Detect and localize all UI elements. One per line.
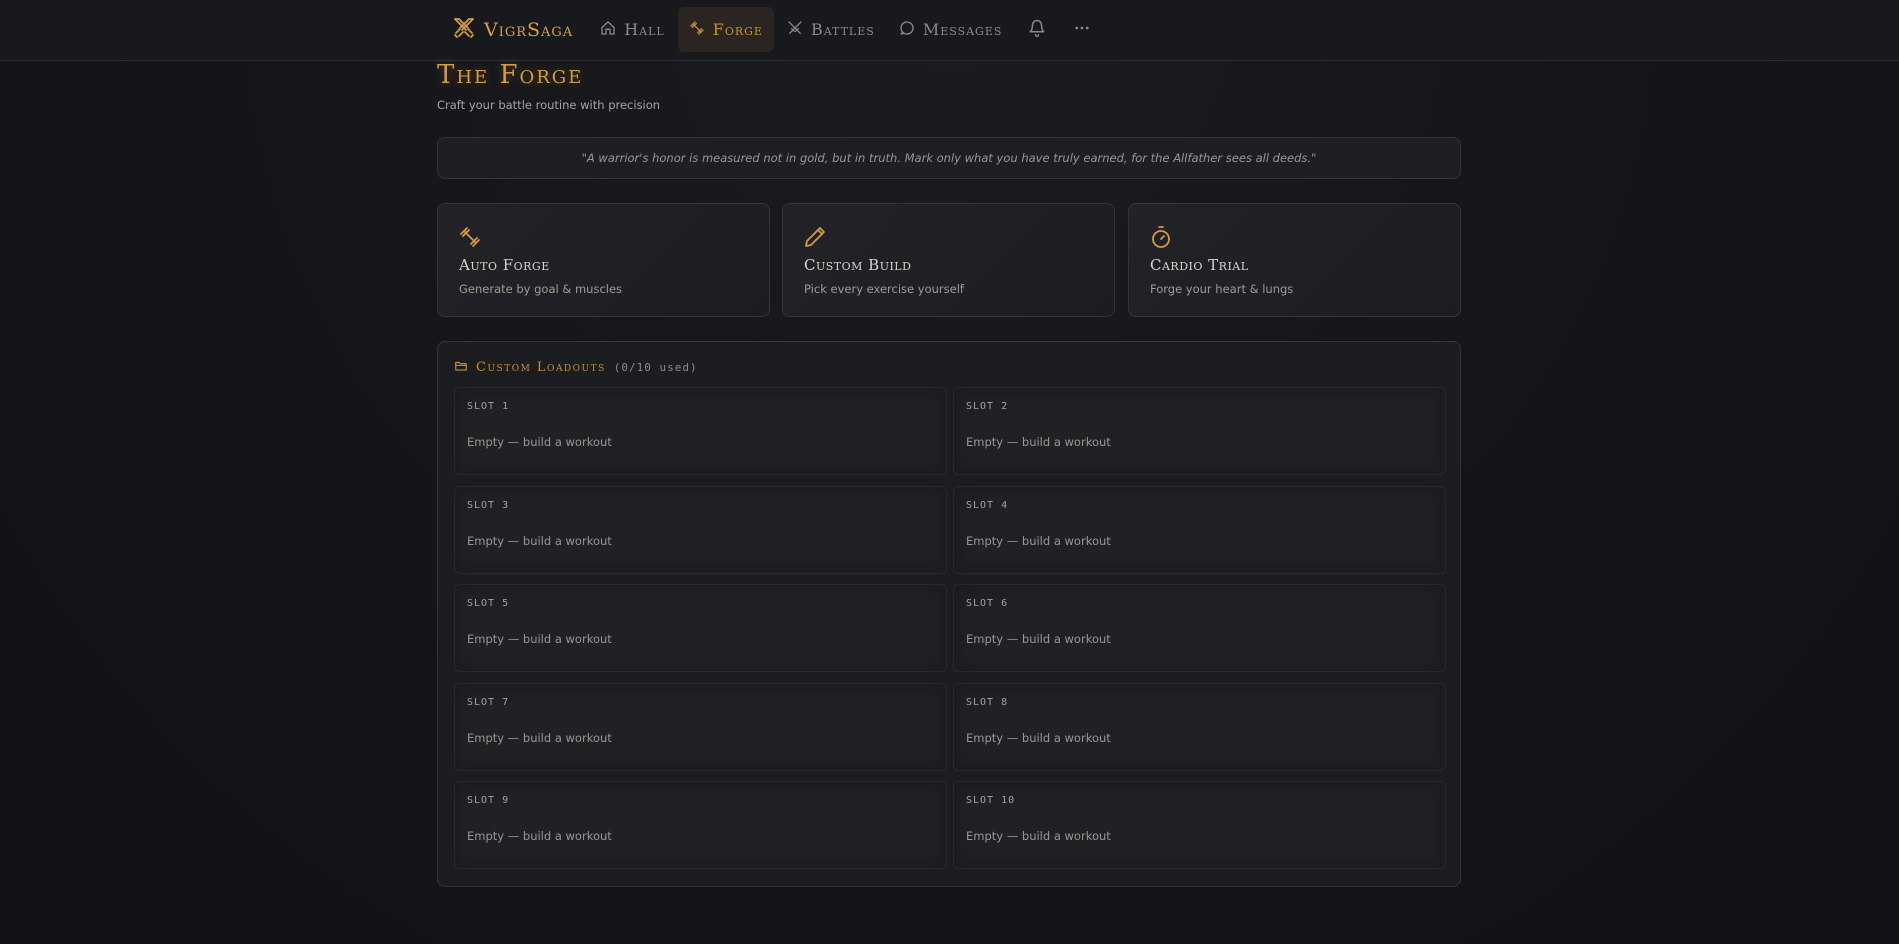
nav-item-messages[interactable]: Messages (888, 7, 1014, 52)
loadout-slot-8[interactable]: SLOT 8 Empty — build a workout (953, 683, 1446, 771)
slot-status: Empty — build a workout (966, 731, 1111, 745)
loadouts-title: Custom Loadouts (476, 360, 606, 375)
slot-status: Empty — build a workout (966, 435, 1111, 449)
chat-bubble-icon (899, 20, 923, 40)
slot-status: Empty — build a workout (467, 632, 612, 646)
slot-label: SLOT 5 (467, 598, 510, 609)
loadout-slot-6[interactable]: SLOT 6 Empty — build a workout (953, 584, 1446, 672)
slot-label: SLOT 8 (966, 697, 1009, 708)
quote-text: "A warrior's honor is measured not in go… (581, 151, 1317, 165)
notifications-button[interactable] (1015, 7, 1058, 52)
mode-title: Cardio Trial (1150, 256, 1249, 274)
mode-description: Generate by goal & muscles (459, 282, 623, 296)
loadout-slot-4[interactable]: SLOT 4 Empty — build a workout (953, 486, 1446, 574)
more-menu-button[interactable] (1060, 7, 1103, 52)
crossed-swords-icon (452, 16, 476, 44)
loadout-slot-1[interactable]: SLOT 1 Empty — build a workout (454, 387, 947, 475)
quote-banner: "A warrior's honor is measured not in go… (437, 137, 1461, 179)
more-icon (1073, 19, 1091, 41)
loadouts-header: Custom Loadouts (0/10 used) (454, 358, 698, 377)
cardio-trial-card[interactable]: Cardio Trial Forge your heart & lungs (1128, 203, 1461, 317)
nav-item-forge[interactable]: Forge (677, 7, 774, 52)
brand-name: VigrSaga (484, 18, 574, 41)
slot-status: Empty — build a workout (966, 829, 1111, 843)
custom-build-card[interactable]: Custom Build Pick every exercise yoursel… (782, 203, 1115, 317)
slot-label: SLOT 10 (966, 795, 1016, 806)
nav-item-label: Hall (624, 20, 665, 39)
nav-item-label: Battles (810, 20, 875, 39)
mode-description: Pick every exercise yourself (804, 282, 964, 296)
nav-inner: VigrSaga Hall Forge Battles Messages (452, 7, 1105, 52)
loadouts-count: (0/10 used) (613, 361, 698, 374)
slot-status: Empty — build a workout (966, 632, 1111, 646)
nav-item-hall[interactable]: Hall (589, 7, 676, 52)
slot-label: SLOT 3 (467, 500, 510, 511)
loadout-slot-3[interactable]: SLOT 3 Empty — build a workout (454, 486, 947, 574)
home-icon (600, 20, 624, 40)
loadout-slot-7[interactable]: SLOT 7 Empty — build a workout (454, 683, 947, 771)
bell-icon (1028, 19, 1046, 41)
loadout-slot-2[interactable]: SLOT 2 Empty — build a workout (953, 387, 1446, 475)
slot-label: SLOT 4 (966, 500, 1009, 511)
slot-status: Empty — build a workout (467, 731, 612, 745)
slot-status: Empty — build a workout (467, 534, 612, 548)
slot-label: SLOT 2 (966, 401, 1009, 412)
loadout-slot-9[interactable]: SLOT 9 Empty — build a workout (454, 781, 947, 869)
mode-description: Forge your heart & lungs (1150, 282, 1294, 296)
slot-label: SLOT 7 (467, 697, 510, 708)
slot-label: SLOT 1 (467, 401, 510, 412)
nav-item-label: Messages (922, 20, 1003, 39)
dumbbell-icon (689, 20, 713, 40)
slot-status: Empty — build a workout (467, 435, 612, 449)
folder-icon (454, 358, 476, 377)
page-title: The Forge (437, 60, 584, 90)
slot-status: Empty — build a workout (966, 534, 1111, 548)
slot-label: SLOT 9 (467, 795, 510, 806)
loadout-slot-5[interactable]: SLOT 5 Empty — build a workout (454, 584, 947, 672)
brand-logo[interactable]: VigrSaga (452, 16, 573, 44)
mode-title: Auto Forge (459, 256, 550, 274)
slot-status: Empty — build a workout (467, 829, 612, 843)
mode-title: Custom Build (804, 256, 912, 274)
page-subtitle: Craft your battle routine with precision (437, 98, 661, 112)
crossed-swords-icon (787, 20, 811, 40)
loadout-slot-10[interactable]: SLOT 10 Empty — build a workout (953, 781, 1446, 869)
slot-label: SLOT 6 (966, 598, 1009, 609)
nav-item-battles[interactable]: Battles (776, 7, 886, 52)
nav-item-label: Forge (712, 20, 763, 39)
auto-forge-card[interactable]: Auto Forge Generate by goal & muscles (437, 203, 770, 317)
custom-loadouts-panel: Custom Loadouts (0/10 used) SLOT 1 Empty… (437, 341, 1461, 887)
top-navbar: VigrSaga Hall Forge Battles Messages (0, 0, 1899, 61)
